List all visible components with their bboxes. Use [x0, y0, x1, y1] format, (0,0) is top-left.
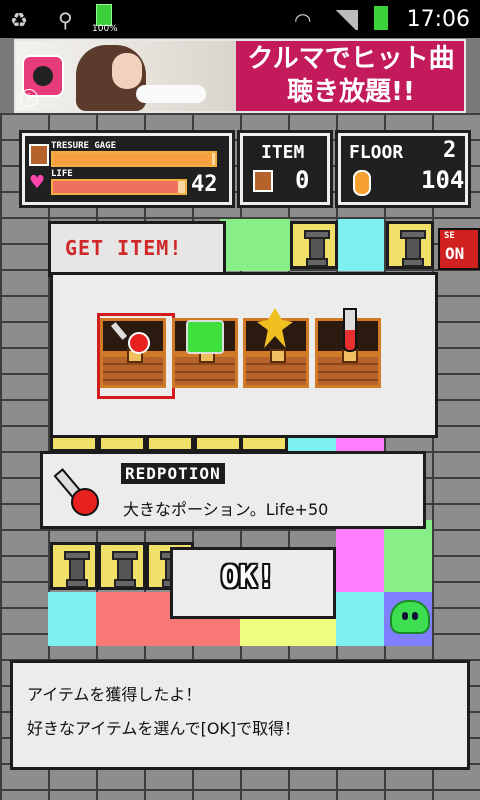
test-tube-icon: [343, 308, 357, 352]
ad-headline: クルマでヒット曲 聴き放題!!: [238, 43, 464, 109]
coin-icon: [353, 170, 371, 196]
ad-headline-line1: クルマでヒット曲: [247, 44, 455, 74]
gauge-panel: TRESURE GAGE ♥ LIFE 42: [22, 133, 232, 205]
green-potion-icon: [186, 320, 224, 354]
red-potion-icon: [128, 332, 150, 354]
treasure-gage-fill: [53, 153, 212, 165]
ok-button[interactable]: OK!: [170, 547, 336, 619]
chest-selection-panel: [50, 272, 438, 438]
life-fill: [53, 181, 179, 193]
ok-button-label: OK!: [221, 560, 276, 595]
status-bar: ♻ ⚲ 100% ◠ 17:06: [0, 0, 480, 38]
battery-icon: [96, 4, 112, 26]
signal-icon: [334, 10, 358, 30]
coin-count: 104: [421, 166, 465, 194]
floor-tile: [220, 219, 290, 271]
life-label: LIFE: [51, 169, 73, 179]
floor-tile: [384, 520, 432, 592]
item-panel[interactable]: ITEM 0: [240, 133, 330, 205]
lock-icon: [270, 349, 286, 363]
floor-value: 2: [443, 138, 457, 163]
recycle-icon: ♻: [10, 8, 28, 32]
item-chest-test-tube[interactable]: [315, 308, 381, 392]
se-toggle-button[interactable]: SE ON: [438, 228, 480, 270]
se-toggle-caption: SE: [444, 231, 455, 241]
clock: 17:06: [406, 7, 470, 32]
red-potion-icon: [71, 488, 99, 516]
wifi-icon: ◠: [294, 8, 312, 32]
floor-tile: [338, 219, 384, 271]
se-toggle-label: ON: [445, 244, 465, 263]
item-name: REDPOTION: [121, 463, 225, 484]
slime-enemy: [390, 600, 430, 634]
ad-arm: [136, 85, 206, 103]
pillar-tile: [386, 221, 434, 269]
item-count: 0: [295, 166, 310, 194]
message-line-1: アイテムを獲得したよ！: [27, 685, 202, 704]
floor-tile: [48, 592, 96, 646]
battery-percent: 100%: [92, 24, 118, 34]
floor-tile: [336, 520, 384, 592]
pillar-tile: [98, 542, 146, 590]
chest-icon: [253, 170, 273, 192]
floor-tile: [336, 592, 384, 646]
heart-icon: ♥: [29, 172, 46, 193]
item-chest-green-potion[interactable]: [172, 318, 238, 392]
ad-face: [112, 53, 142, 89]
item-chest-yellow-crystal[interactable]: [243, 308, 309, 392]
item-chest-red-potion[interactable]: [100, 318, 166, 392]
life-bar: [51, 179, 187, 195]
floor-label: FLOOR: [349, 142, 404, 163]
get-item-title: GET ITEM!: [65, 236, 183, 260]
treasure-gage-bar: [51, 151, 217, 167]
pillar-tile: [50, 542, 98, 590]
item-description-panel: REDPOTION 大きなポーション。Life+50: [40, 451, 426, 529]
pillar-tile: [290, 221, 338, 269]
item-description: 大きなポーション。Life+50: [123, 500, 329, 519]
ad-headline-line2: 聴き放題!!: [287, 77, 415, 107]
battery-icon: [374, 6, 388, 30]
item-label: ITEM: [261, 142, 305, 163]
usb-icon: ⚲: [58, 8, 73, 32]
message-box: アイテムを獲得したよ！ 好きなアイテムを選んで[OK]で取得！: [10, 660, 470, 770]
chest-icon: [29, 144, 49, 166]
floor-panel: FLOOR 2 104: [338, 133, 468, 205]
message-line-2: 好きなアイテムを選んで[OK]で取得！: [27, 719, 301, 738]
ad-info-icon[interactable]: i: [20, 89, 38, 107]
life-value: 42: [191, 172, 218, 197]
ad-banner[interactable]: i クルマでヒット曲 聴き放題!!: [14, 39, 466, 113]
treasure-gage-label: TRESURE GAGE: [51, 141, 117, 151]
get-item-banner: GET ITEM!: [48, 221, 226, 277]
